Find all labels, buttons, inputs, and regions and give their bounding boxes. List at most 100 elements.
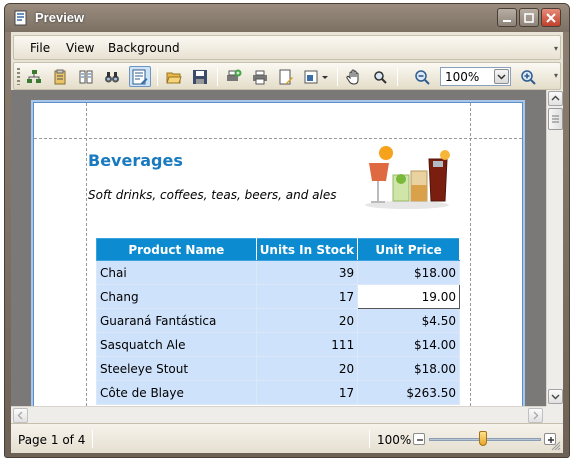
category-title: Beverages [88, 151, 183, 170]
menu-file[interactable]: File [30, 41, 50, 55]
save-button[interactable] [189, 66, 211, 87]
chevron-down-icon [497, 74, 506, 80]
resize-grip-icon[interactable] [551, 441, 561, 451]
unit-price-edit-field[interactable]: 19.00 [357, 284, 460, 309]
column-header-units-in-stock[interactable]: Units In Stock [255, 238, 359, 261]
beverages-image [365, 146, 450, 209]
product-name-cell: Steeleye Stout [96, 356, 257, 381]
scrollbar-corner [546, 406, 563, 423]
scroll-left-button[interactable] [13, 408, 28, 423]
product-name-cell: Sasquatch Ale [96, 332, 257, 357]
menu-view[interactable]: View [66, 41, 94, 55]
toolbar: 100% ▾ [13, 62, 561, 90]
vertical-scrollbar[interactable] [546, 90, 563, 406]
save-icon [193, 70, 207, 84]
print-button[interactable] [249, 66, 271, 87]
parameters-button[interactable] [49, 66, 71, 87]
units-in-stock-cell: 17 [255, 284, 359, 309]
table-row: Côte de Blaye 17 $263.50 [96, 380, 460, 405]
units-in-stock-cell: 39 [255, 260, 359, 285]
open-button[interactable] [163, 66, 185, 87]
status-zoom-out-button[interactable] [413, 433, 425, 445]
unit-price-cell[interactable]: $4.50 [357, 308, 460, 333]
app-icon [14, 10, 27, 26]
units-in-stock-cell: 20 [255, 308, 359, 333]
margin-guide-top [34, 138, 522, 139]
zoom-dropdown-button[interactable] [494, 69, 509, 84]
table-row: Steeleye Stout 20 $18.00 [96, 356, 460, 381]
scroll-right-button[interactable] [528, 408, 543, 423]
table-row: Chang 17 19.00 [96, 284, 460, 309]
thumbnails-button[interactable] [75, 66, 97, 87]
printer-icon [253, 70, 267, 85]
window-title: Preview [35, 10, 85, 25]
thumbnails-icon [79, 70, 93, 84]
scale-icon [304, 70, 328, 84]
scroll-up-button[interactable] [548, 91, 563, 106]
products-table: Product Name Units In Stock Unit Price C… [96, 238, 460, 405]
unit-price-cell[interactable]: $263.50 [357, 380, 460, 405]
find-button[interactable] [101, 66, 123, 87]
page-setup-button[interactable] [275, 66, 297, 87]
tree-icon [27, 70, 41, 83]
clipboard-icon [54, 69, 66, 85]
scroll-down-button[interactable] [548, 389, 563, 404]
chevron-right-icon [533, 411, 539, 420]
units-in-stock-cell: 111 [255, 332, 359, 357]
unit-price-cell[interactable]: $14.00 [357, 332, 460, 357]
chevron-left-icon [17, 411, 23, 420]
toolbar-overflow-icon[interactable]: ▾ [554, 71, 558, 80]
preview-window: Preview File View Background ▾ 100% ▾ Be… [4, 3, 570, 458]
zoom-combo[interactable]: 100% [440, 67, 511, 86]
document-area[interactable]: Beverages Soft drinks, coffees, teas, be… [11, 90, 546, 406]
zoom-slider-thumb[interactable] [479, 431, 487, 446]
product-name-cell: Guaraná Fantástica [96, 308, 257, 333]
table-header-row: Product Name Units In Stock Unit Price [96, 238, 460, 261]
vertical-scroll-thumb[interactable] [548, 108, 563, 130]
hand-tool-button[interactable] [343, 66, 365, 87]
category-description: Soft drinks, coffees, teas, beers, and a… [88, 188, 337, 202]
menu-overflow-icon[interactable]: ▾ [554, 44, 558, 53]
document-map-button[interactable] [23, 66, 45, 87]
magnifier-icon [374, 71, 387, 84]
page-setup-icon [279, 69, 293, 85]
zoom-out-icon [415, 70, 430, 85]
title-bar[interactable]: Preview [5, 4, 569, 32]
unit-price-cell[interactable]: $18.00 [357, 260, 460, 285]
minimize-icon [503, 20, 511, 22]
editing-fields-button[interactable] [129, 66, 151, 87]
print-setup-icon [227, 69, 242, 81]
unit-price-cell[interactable]: $18.00 [357, 356, 460, 381]
status-zoom-value: 100% [377, 433, 412, 447]
close-button[interactable] [541, 8, 561, 27]
table-row: Chai 39 $18.00 [96, 260, 460, 285]
status-bar: Page 1 of 4 100% [11, 423, 563, 453]
menu-background[interactable]: Background [108, 41, 180, 55]
minimize-button[interactable] [497, 8, 517, 27]
maximize-button[interactable] [519, 8, 539, 27]
magnifier-button[interactable] [369, 66, 391, 87]
product-name-cell: Chang [96, 284, 257, 309]
close-icon [546, 13, 556, 23]
folder-open-icon [166, 72, 182, 84]
toolbar-grip[interactable] [17, 68, 20, 85]
scale-button[interactable] [301, 66, 331, 87]
edit-fields-icon [132, 69, 148, 85]
zoom-in-button[interactable] [517, 66, 539, 87]
margin-guide-left [86, 103, 87, 406]
zoom-out-button[interactable] [411, 66, 433, 87]
zoom-in-icon [521, 70, 536, 85]
column-header-unit-price[interactable]: Unit Price [357, 238, 460, 261]
report-page: Beverages Soft drinks, coffees, teas, be… [33, 102, 523, 406]
column-header-product-name[interactable]: Product Name [96, 238, 257, 261]
units-in-stock-cell: 17 [255, 380, 359, 405]
zoom-combo-value: 100% [445, 70, 480, 84]
chevron-down-icon [551, 394, 560, 400]
product-name-cell: Chai [96, 260, 257, 285]
units-in-stock-cell: 20 [255, 356, 359, 381]
hand-icon [346, 69, 359, 85]
binoculars-icon [105, 72, 119, 83]
print-setup-button[interactable] [223, 66, 245, 87]
horizontal-scrollbar[interactable] [11, 406, 546, 423]
grip-icon [552, 115, 559, 123]
